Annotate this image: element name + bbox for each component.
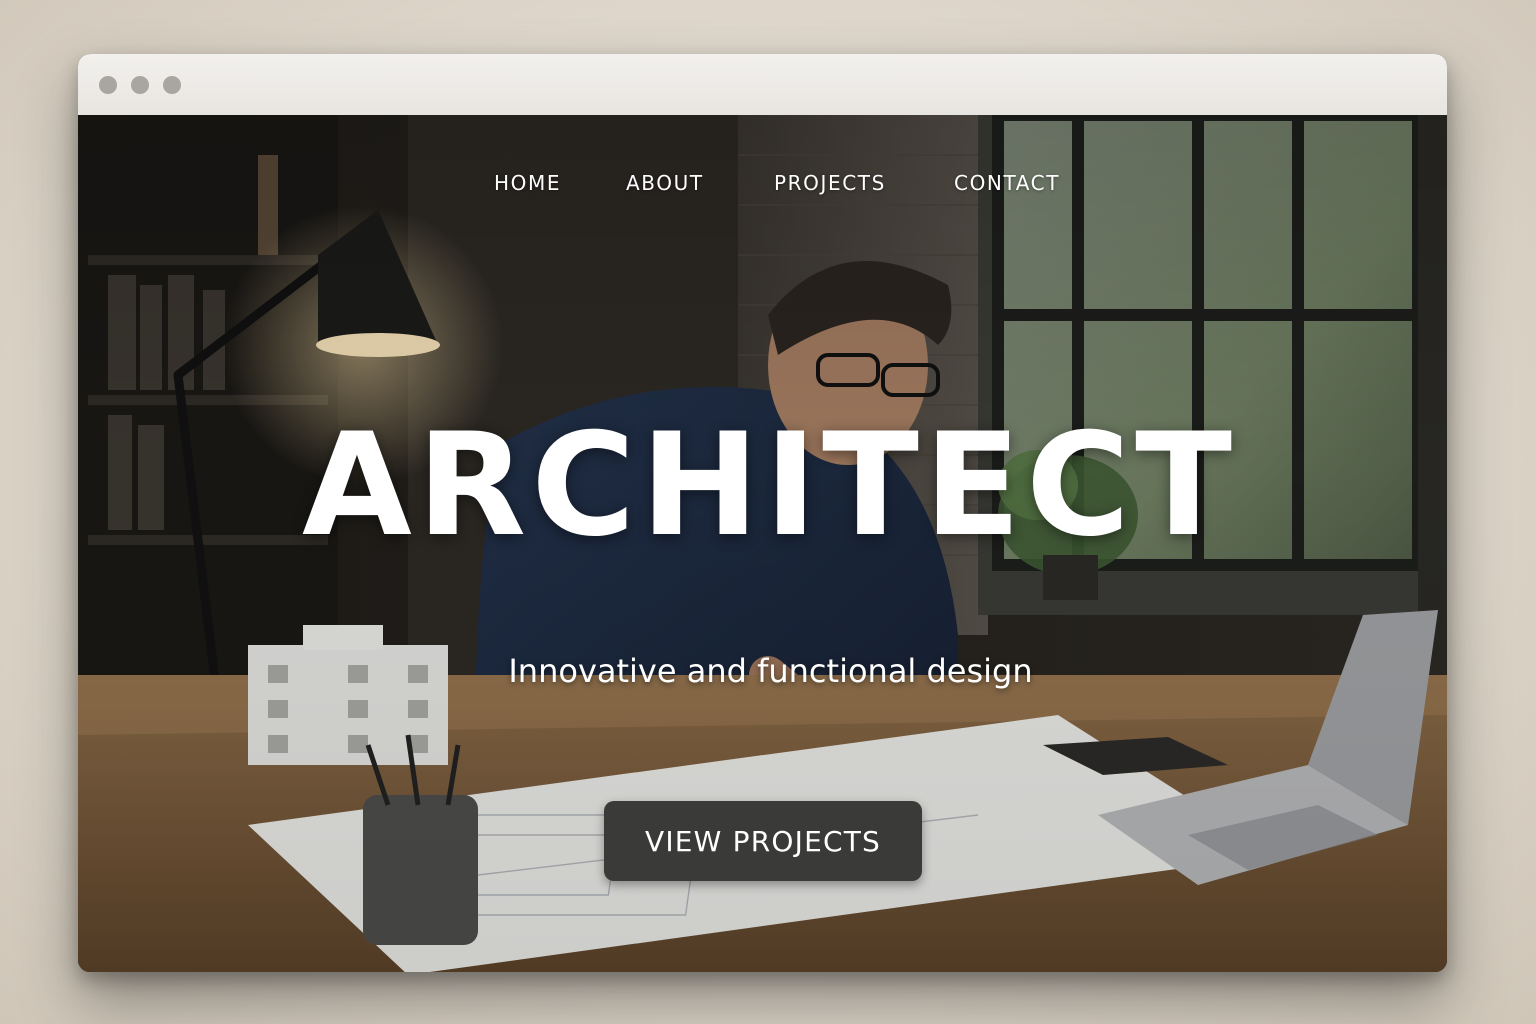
nav-link-about[interactable]: ABOUT <box>626 171 704 195</box>
browser-window: HOME ABOUT PROJECTS CONTACT ARCHITECT In… <box>78 54 1447 972</box>
window-close-dot-icon[interactable] <box>99 76 117 94</box>
view-projects-button[interactable]: VIEW PROJECTS <box>604 801 922 881</box>
browser-titlebar <box>78 54 1447 116</box>
nav-link-projects[interactable]: PROJECTS <box>774 171 886 195</box>
wall-background: HOME ABOUT PROJECTS CONTACT ARCHITECT In… <box>0 0 1536 1024</box>
window-minimize-dot-icon[interactable] <box>131 76 149 94</box>
hero-subtitle: Innovative and functional design <box>508 652 1033 690</box>
hero-section: HOME ABOUT PROJECTS CONTACT ARCHITECT In… <box>78 115 1447 972</box>
hero-title: ARCHITECT <box>301 403 1238 568</box>
window-maximize-dot-icon[interactable] <box>163 76 181 94</box>
nav-link-home[interactable]: HOME <box>494 171 561 195</box>
nav-link-contact[interactable]: CONTACT <box>954 171 1060 195</box>
